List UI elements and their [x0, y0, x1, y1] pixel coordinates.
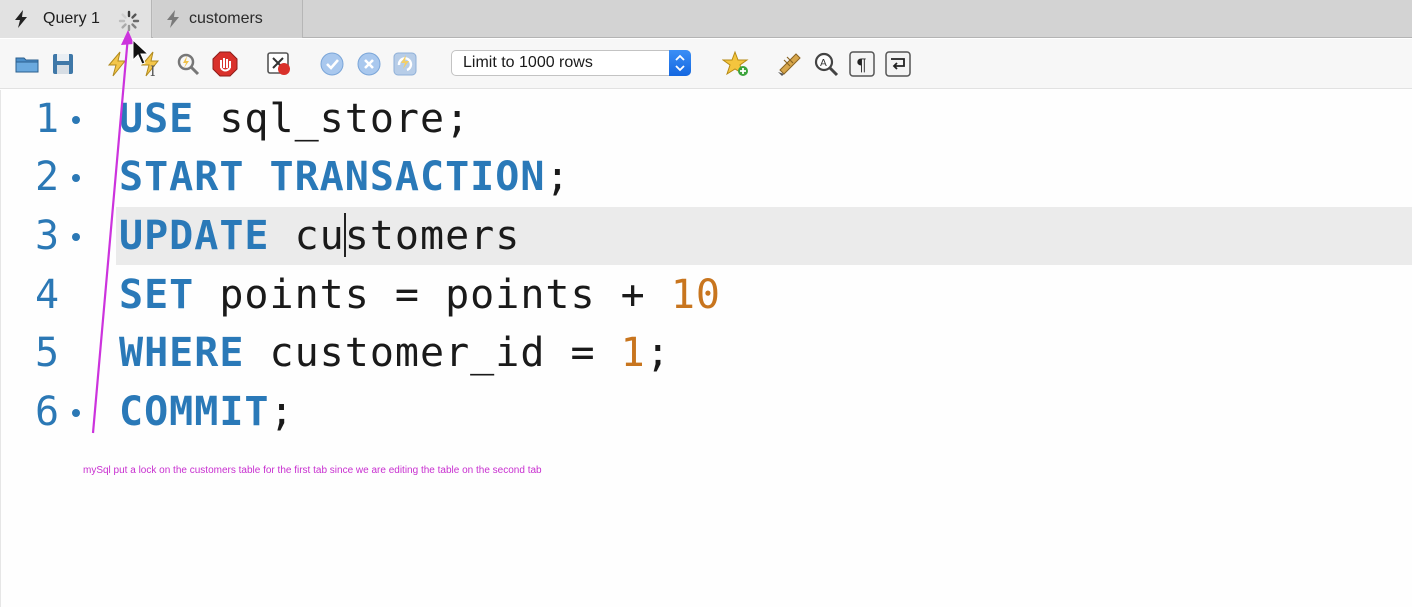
tab-label: Query 1 [43, 10, 100, 27]
code-fragment: sql_store; [194, 96, 471, 142]
tab-query-1[interactable]: Query 1 [0, 0, 152, 38]
svg-text:¶: ¶ [856, 56, 867, 76]
code-text: UPDATE customers [119, 207, 520, 265]
line-number: 2 [35, 154, 60, 200]
editor-toolbar: I Limit to 1000 rows A ¶ [0, 39, 1412, 89]
statement-dot-icon [72, 116, 80, 124]
sql-number: 10 [670, 272, 721, 318]
add-snippet-icon[interactable] [722, 50, 750, 78]
code-line[interactable]: 1 USE sql_store; [1, 90, 1412, 148]
select-stepper-icon [669, 50, 691, 76]
line-number: 4 [35, 272, 60, 318]
code-text: WHERE customer_id = 1; [119, 324, 671, 382]
code-fragment: stomers [344, 213, 521, 259]
beautify-icon[interactable] [776, 50, 804, 78]
open-folder-icon[interactable] [13, 50, 41, 78]
stop-icon[interactable] [211, 50, 239, 78]
code-fragment: points = points + [194, 272, 671, 318]
code-text: SET points = points + 10 [119, 266, 721, 324]
sql-keyword: START TRANSACTION [119, 154, 546, 200]
tab-label: customers [189, 10, 263, 27]
statement-dot-icon [72, 409, 80, 417]
tab-customers[interactable]: customers [153, 0, 303, 38]
code-text: START TRANSACTION; [119, 148, 571, 206]
sql-keyword: WHERE [119, 330, 245, 376]
lightning-bolt-icon [167, 10, 179, 28]
line-number: 5 [35, 330, 60, 376]
explain-icon[interactable] [174, 50, 202, 78]
text-caret [343, 213, 346, 257]
code-text: COMMIT; [119, 383, 295, 441]
code-fragment: customer_id = [244, 330, 621, 376]
line-number: 3 [35, 213, 60, 259]
rollback-icon[interactable] [355, 50, 383, 78]
statement-dot-icon [72, 233, 80, 241]
sql-number: 1 [620, 330, 646, 376]
svg-text:I: I [150, 64, 156, 78]
line-number: 6 [35, 389, 60, 435]
tab-bar: Query 1 customers [0, 0, 1412, 38]
sql-keyword: SET [119, 272, 195, 318]
code-line[interactable]: 4 SET points = points + 10 [1, 266, 1412, 324]
execute-current-icon[interactable]: I [136, 50, 164, 78]
code-text: USE sql_store; [119, 90, 470, 148]
sql-keyword: UPDATE [119, 213, 270, 259]
sql-editor[interactable]: 1 USE sql_store; 2 START TRANSACTION; 3 … [0, 90, 1412, 607]
sql-keyword: USE [119, 96, 195, 142]
line-number: 1 [35, 96, 60, 142]
code-fragment: cu [269, 213, 345, 259]
execute-icon[interactable] [103, 50, 131, 78]
sql-keyword: COMMIT [119, 389, 270, 435]
loading-spinner-icon [118, 10, 140, 32]
save-icon[interactable] [49, 50, 77, 78]
word-wrap-icon[interactable] [884, 50, 912, 78]
limit-rows-select[interactable]: Limit to 1000 rows [451, 50, 691, 76]
invisible-chars-icon[interactable]: ¶ [848, 50, 876, 78]
code-line-current[interactable]: 3 UPDATE customers [1, 207, 1412, 265]
statement-dot-icon [72, 174, 80, 182]
toggle-error-icon[interactable] [265, 50, 293, 78]
code-line[interactable]: 5 WHERE customer_id = 1; [1, 324, 1412, 382]
svg-text:A: A [820, 58, 827, 69]
annotation-note: mySql put a lock on the customers table … [83, 465, 542, 476]
limit-rows-value: Limit to 1000 rows [463, 54, 593, 71]
code-line[interactable]: 2 START TRANSACTION; [1, 148, 1412, 206]
autocommit-icon[interactable] [391, 50, 419, 78]
find-icon[interactable]: A [812, 50, 840, 78]
code-fragment: ; [269, 389, 295, 435]
code-fragment: ; [645, 330, 671, 376]
code-line[interactable]: 6 COMMIT; [1, 383, 1412, 441]
lightning-bolt-icon [15, 10, 27, 28]
commit-icon[interactable] [318, 50, 346, 78]
code-fragment: ; [545, 154, 571, 200]
